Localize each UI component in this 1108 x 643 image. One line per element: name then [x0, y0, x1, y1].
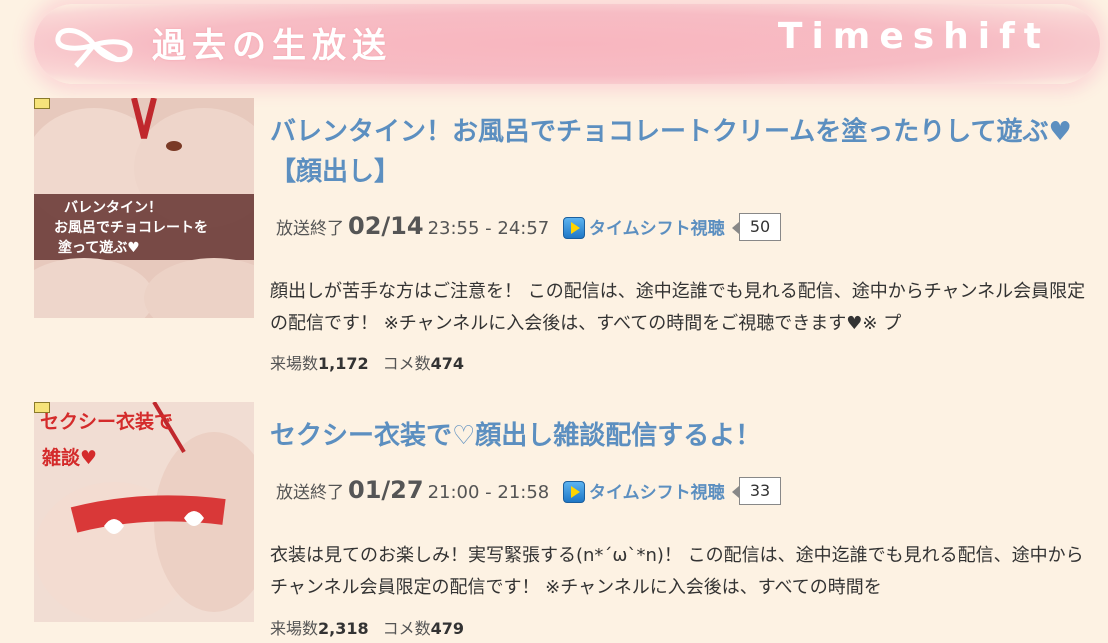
timeshift-link[interactable]: タイムシフト視聴: [563, 214, 725, 239]
thumbnail-image: セクシー衣装で 雑談♥: [34, 402, 254, 622]
broadcast-date: 02/14: [348, 212, 424, 240]
timeshift-label: タイムシフト視聴: [589, 219, 725, 239]
program-meta: 放送終了 01/27 21:00 - 21:58: [276, 476, 549, 512]
comments-label: コメ数: [382, 619, 431, 638]
comments-count: 474: [430, 354, 465, 373]
program-description: 顔出しが苦手な方はご注意を！ この配信は、途中迄誰でも見れる配信、途中からチャン…: [270, 281, 1086, 334]
ribbon-icon: [55, 27, 133, 68]
visitors-count: 2,318: [318, 619, 369, 638]
visitors-label: 来場数: [270, 619, 319, 638]
program-thumbnail[interactable]: バレンタイン！ お風呂でチョコレートを 塗って遊ぶ♥: [34, 98, 254, 318]
comment-count-badge: 50: [732, 213, 781, 241]
thumb-caption-line: 雑談♥: [41, 446, 97, 469]
visitors-label: 来場数: [270, 354, 319, 373]
thumb-caption-line: 塗って遊ぶ♥: [58, 239, 140, 256]
thumb-caption-line: セクシー衣装で: [40, 410, 173, 433]
broadcast-status: 放送終了: [276, 483, 344, 503]
program-stats: 来場数2,318 コメ数479: [270, 615, 478, 639]
broadcast-time: 21:00 - 21:58: [427, 482, 550, 503]
program-description: 衣装は見てのお楽しみ！実写緊張する(n*´ω`*n)！ この配信は、途中迄誰でも…: [270, 545, 1084, 598]
program-meta: 放送終了 02/14 23:55 - 24:57: [276, 212, 549, 248]
thumb-caption-line: バレンタイン！: [64, 200, 162, 216]
broadcast-status: 放送終了: [276, 219, 344, 239]
program-title-link[interactable]: セクシー衣装で♡顔出し雑談配信するよ！: [270, 416, 1100, 456]
play-icon: [563, 217, 585, 239]
program-thumbnail[interactable]: セクシー衣装で 雑談♥: [34, 402, 254, 622]
program-title-link[interactable]: バレンタイン！お風呂でチョコレートクリームを塗ったりして遊ぶ♥【顔出し】: [270, 112, 1100, 192]
header-banner: 過去の生放送 Timeshift: [34, 4, 1100, 84]
comment-count-badge: 33: [732, 477, 781, 505]
play-icon: [563, 481, 585, 503]
program-stats: 来場数1,172 コメ数474: [270, 350, 478, 374]
timeshift-link[interactable]: タイムシフト視聴: [563, 478, 725, 503]
thumb-caption-line: お風呂でチョコレートを: [54, 220, 208, 236]
section-subtitle: Timeshift: [777, 16, 1050, 57]
section-title: 過去の生放送: [152, 26, 392, 66]
visitors-count: 1,172: [318, 354, 369, 373]
broadcast-time: 23:55 - 24:57: [427, 218, 550, 239]
thumbnail-image: バレンタイン！ お風呂でチョコレートを 塗って遊ぶ♥: [34, 98, 254, 318]
thumbnail-badge: [34, 98, 50, 109]
broadcast-date: 01/27: [348, 476, 424, 504]
comments-count: 479: [430, 619, 465, 638]
comments-label: コメ数: [382, 354, 431, 373]
timeshift-label: タイムシフト視聴: [589, 483, 725, 503]
thumbnail-badge: [34, 402, 50, 413]
